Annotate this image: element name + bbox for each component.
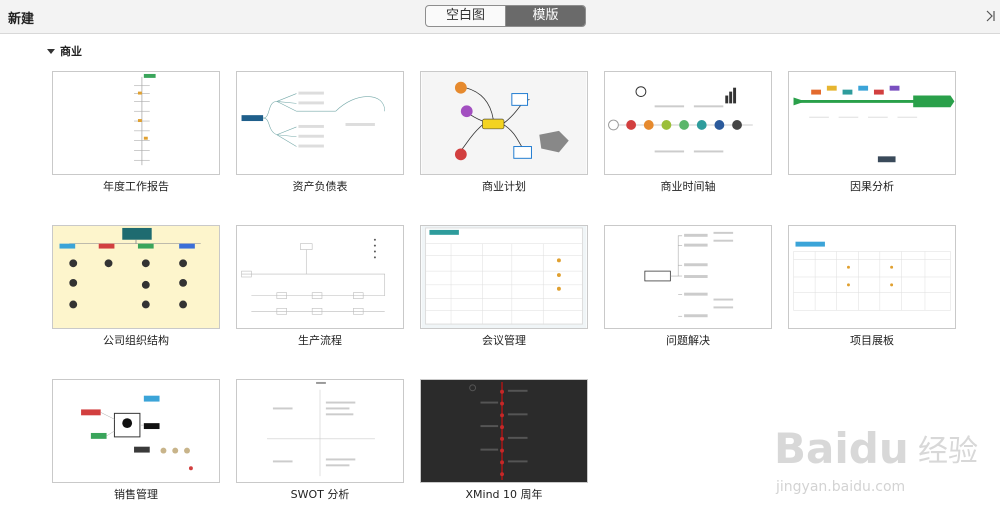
collapse-icon[interactable] (984, 9, 998, 23)
template-label[interactable]: 资产负债表 (236, 178, 404, 194)
template-card-meeting[interactable] (420, 225, 588, 329)
template-label[interactable]: 年度工作报告 (52, 178, 220, 194)
watermark-brand-cn: 经验 (918, 434, 978, 469)
mindmap-vertical-thumbnail (134, 73, 156, 166)
template-label[interactable]: 商业时间轴 (604, 178, 772, 194)
tab-blank[interactable]: 空白图 (426, 6, 506, 26)
template-card-xmind-anniversary[interactable] (420, 379, 588, 483)
tab-templates[interactable]: 模版 (506, 6, 585, 26)
template-label[interactable]: 公司组织结构 (52, 332, 220, 348)
template-card-production-flow[interactable] (236, 225, 404, 329)
template-label[interactable]: 生产流程 (236, 332, 404, 348)
template-label[interactable]: 会议管理 (420, 332, 588, 348)
table-board-thumbnail (793, 241, 951, 311)
dark-timeline-thumbnail (421, 380, 587, 482)
view-toggle[interactable]: 空白图 模版 (425, 5, 586, 27)
section-label: 商业 (60, 45, 82, 58)
template-label[interactable]: XMind 10 周年 (420, 486, 588, 502)
mindmap-sales-thumbnail (81, 395, 193, 471)
watermark-brand: Baidu (774, 424, 909, 473)
template-card-balance-sheet[interactable] (236, 71, 404, 175)
page-title: 新建 (8, 12, 35, 27)
template-label[interactable]: 商业计划 (420, 178, 588, 194)
logic-chart-thumbnail (644, 231, 734, 318)
template-label[interactable]: 问题解决 (604, 332, 772, 348)
table-thumbnail (421, 226, 587, 328)
template-label[interactable]: 项目展板 (788, 332, 956, 348)
template-card-cause-effect[interactable] (788, 71, 956, 175)
template-card-business-plan[interactable] (420, 71, 588, 175)
template-card-annual-report[interactable] (52, 71, 220, 175)
mindmap-tree-thumbnail (241, 91, 386, 148)
template-label[interactable]: 因果分析 (788, 178, 956, 194)
template-label[interactable]: SWOT 分析 (236, 486, 404, 502)
template-card-problem-solving[interactable] (604, 225, 772, 329)
org-chart-thumbnail (59, 227, 201, 309)
flowchart-thumbnail (241, 238, 386, 315)
template-card-sales[interactable] (52, 379, 220, 483)
matrix-thumbnail (267, 381, 375, 477)
expand-icon[interactable] (47, 48, 55, 54)
title-bar: 新建 空白图 模版 (0, 0, 1000, 34)
timeline-thumbnail (608, 86, 753, 153)
template-card-timeline[interactable] (604, 71, 772, 175)
template-card-swot[interactable] (236, 379, 404, 483)
section-header[interactable]: 商业 (47, 43, 82, 59)
template-label[interactable]: 销售管理 (52, 486, 220, 502)
baidu-watermark: Baidu 经验 jingyan.baidu.com (774, 424, 978, 495)
watermark-url: jingyan.baidu.com (775, 479, 905, 495)
fishbone-thumbnail (793, 85, 955, 163)
template-card-org-chart[interactable] (52, 225, 220, 329)
template-card-project-board[interactable] (788, 225, 956, 329)
mindmap-colorful-thumbnail (421, 72, 587, 174)
